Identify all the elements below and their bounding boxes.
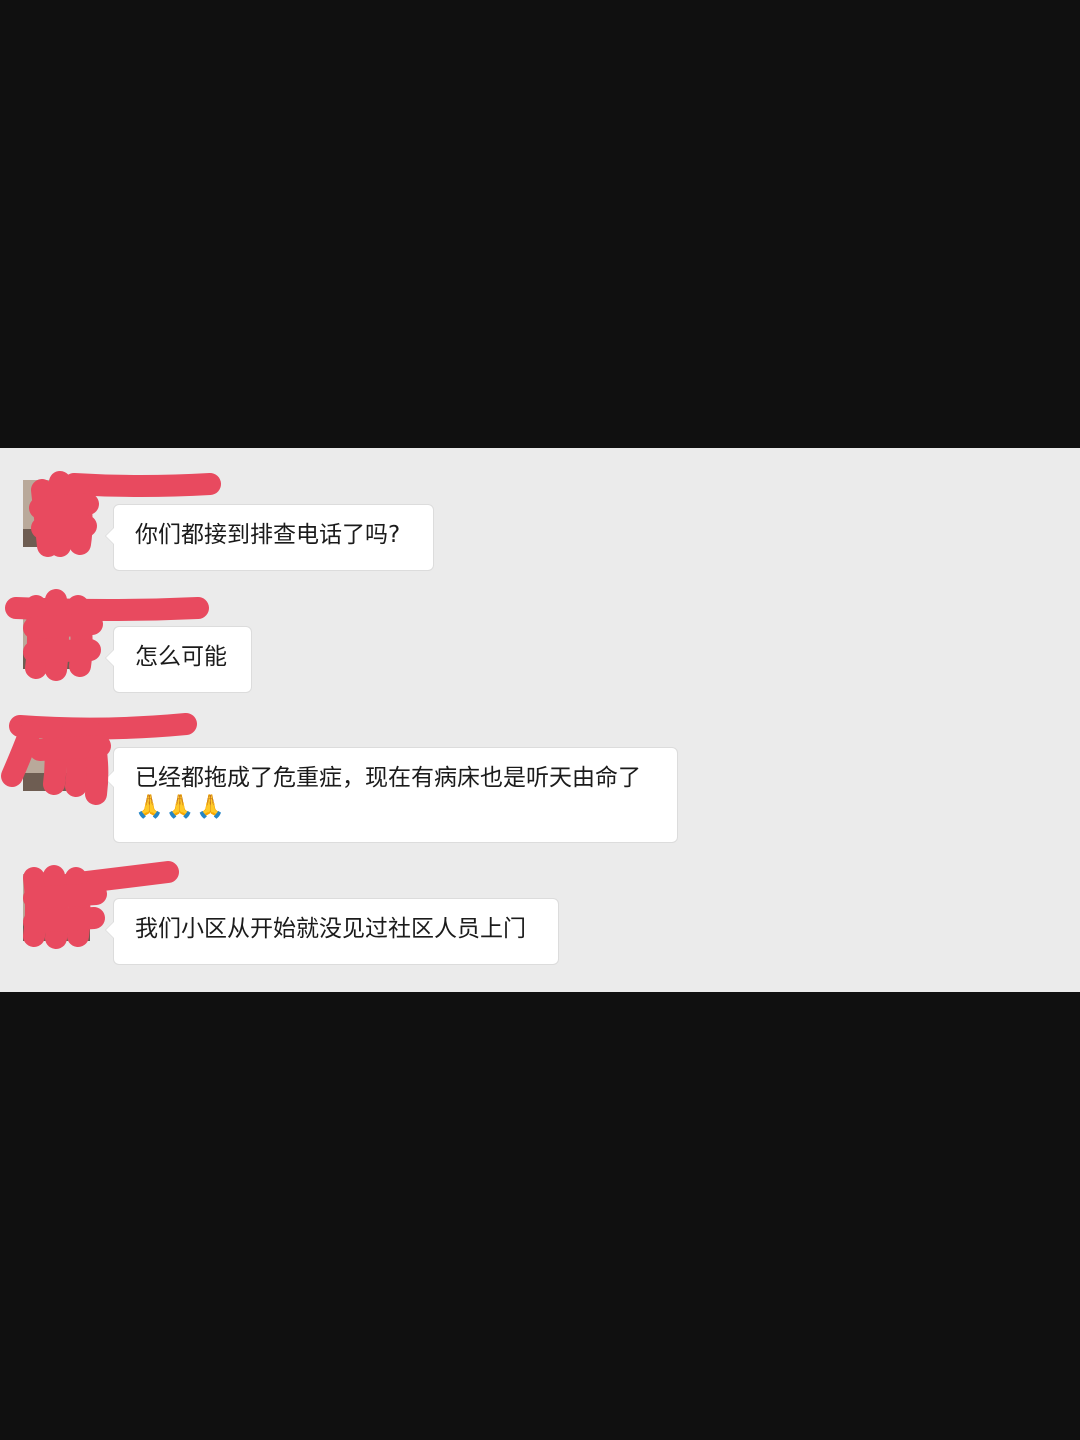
redaction-scribbles: [1, 471, 221, 949]
redaction-mark: [23, 861, 179, 949]
screenshot-frame: 你们都接到排查电话了吗? 怎么可能 已经都拖成了危重症，现在有病床也是听天由命了…: [0, 0, 1080, 1440]
redaction-mark: [5, 589, 209, 681]
redaction-mark: [29, 471, 221, 557]
redaction-mark: [1, 713, 197, 805]
chat-panel[interactable]: 你们都接到排查电话了吗? 怎么可能 已经都拖成了危重症，现在有病床也是听天由命了…: [0, 448, 1080, 992]
